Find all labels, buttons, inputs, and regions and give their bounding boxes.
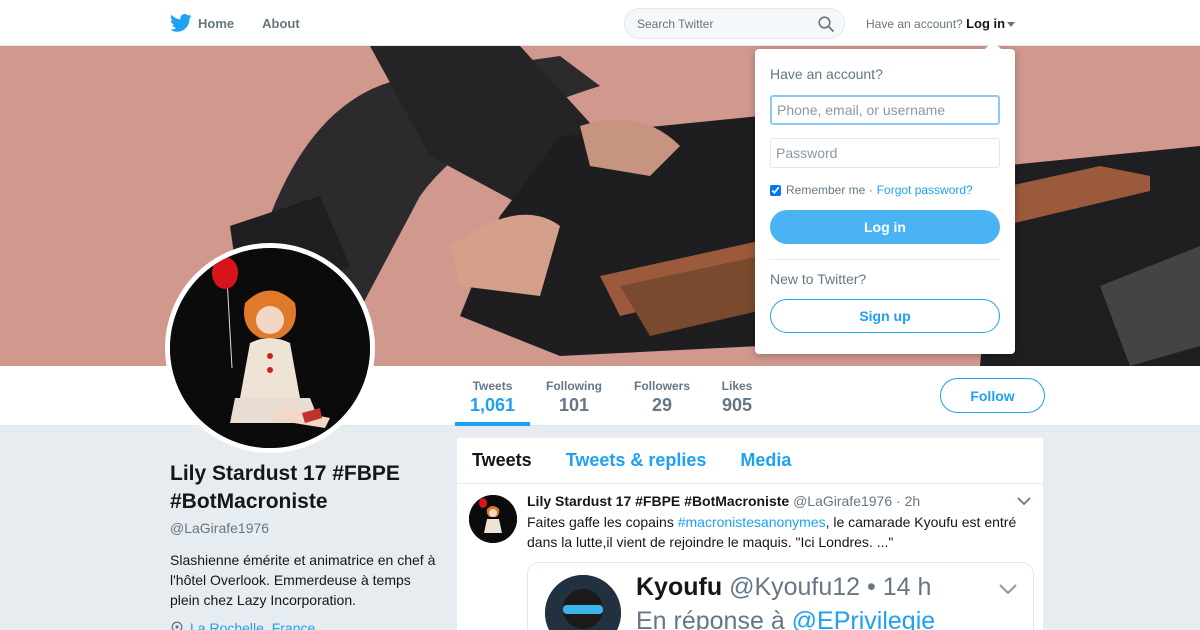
profile-card: Lily Stardust 17 #FBPE #BotMacroniste @L… [170, 460, 440, 630]
timeline-tabs: Tweets Tweets & replies Media [457, 438, 1043, 484]
quoted-chevron-down-icon [999, 584, 1017, 595]
have-account-text: Have an account? [866, 17, 963, 31]
tweet-hashtag-link[interactable]: #macronistesanonymes [678, 514, 826, 530]
location-pin-icon [171, 621, 183, 630]
tab-media[interactable]: Media [740, 450, 791, 471]
quoted-header: Kyoufu @Kyoufu12 • 14 h [636, 572, 931, 602]
stat-followers[interactable]: Followers 29 [630, 366, 694, 426]
top-navigation-bar: Home About Have an account? Log in [0, 0, 1200, 46]
avatar-illustration [170, 248, 370, 448]
tweet-text-before: Faites gaffe les copains [527, 514, 678, 530]
stat-following-value: 101 [558, 395, 590, 415]
profile-avatar[interactable] [165, 243, 375, 453]
tab-tweets-and-replies[interactable]: Tweets & replies [566, 450, 707, 471]
account-area: Have an account? Log in [866, 16, 1016, 31]
profile-bio: Slashienne émérite et animatrice en chef… [170, 552, 436, 608]
forgot-password-link[interactable]: Forgot password? [877, 183, 973, 197]
quoted-reply-line: En réponse à @EPrivilegie [636, 606, 935, 630]
password-field[interactable] [770, 138, 1000, 168]
nav-home[interactable]: Home [170, 14, 234, 32]
stat-tweets[interactable]: Tweets 1,061 [455, 366, 530, 426]
twitter-bird-icon [170, 14, 192, 32]
tweet-timestamp[interactable]: · 2h [896, 493, 920, 509]
dropdown-title: Have an account? [770, 66, 883, 82]
quoted-name: Kyoufu [636, 573, 723, 601]
profile-location: La Rochelle, France [170, 620, 440, 630]
remember-me-checkbox[interactable] [770, 184, 781, 196]
login-dropdown: Have an account? Remember me · Forgot pa… [755, 41, 1015, 354]
username-field[interactable] [770, 95, 1000, 125]
search-input[interactable] [637, 17, 807, 31]
nav-about-label: About [262, 15, 300, 31]
tweet-item[interactable]: Lily Stardust 17 #FBPE #BotMacroniste @L… [457, 484, 1043, 630]
profile-screen-name[interactable]: @LaGirafe1976 [170, 520, 440, 536]
stat-followers-label: Followers [633, 379, 690, 393]
login-dropdown-toggle[interactable]: Log in [966, 16, 1016, 31]
quoted-avatar-illustration [545, 575, 621, 630]
quoted-handle-time: @Kyoufu12 • 14 h [729, 573, 932, 601]
search-box[interactable] [624, 8, 845, 39]
nav-left: Home About [170, 0, 328, 46]
quoted-reply-mention: @EPrivilegie [791, 607, 936, 630]
stat-tweets-label: Tweets [472, 379, 513, 393]
stat-following[interactable]: Following 101 [541, 366, 607, 426]
tweet-screen-name[interactable]: @LaGirafe1976 [793, 493, 892, 509]
tab-tweets[interactable]: Tweets [472, 450, 532, 471]
stat-likes-label: Likes [721, 379, 753, 393]
tweet-avatar-illustration [469, 495, 517, 543]
signup-button[interactable]: Sign up [770, 299, 1000, 333]
quoted-reply-prefix: En réponse à [636, 607, 792, 630]
remember-me-label[interactable]: Remember me · [786, 183, 873, 197]
tweet-media-card[interactable]: Kyoufu @Kyoufu12 • 14 h En réponse à @EP… [527, 562, 1034, 630]
chevron-down-icon[interactable] [1017, 496, 1031, 506]
login-toggle-label: Log in [966, 16, 1006, 31]
dropdown-arrow [985, 41, 1001, 49]
login-button[interactable]: Log in [770, 210, 1000, 244]
remember-row: Remember me · Forgot password? [770, 183, 1000, 197]
tweet-fullname[interactable]: Lily Stardust 17 #FBPE #BotMacroniste [527, 493, 789, 509]
dropdown-divider [770, 259, 1000, 260]
profile-location-text: La Rochelle, France [190, 620, 316, 630]
stat-followers-value: 29 [651, 395, 673, 415]
nav-about[interactable]: About [262, 16, 300, 31]
tweet-text: Faites gaffe les copains #macronistesano… [527, 512, 1033, 552]
quoted-avatar [545, 575, 621, 630]
timeline: Tweets Tweets & replies Media Lily Stard… [456, 437, 1044, 630]
stat-tweets-value: 1,061 [469, 395, 516, 415]
tweet-header: Lily Stardust 17 #FBPE #BotMacroniste @L… [527, 493, 1033, 509]
nav-home-label: Home [198, 15, 235, 31]
stat-likes[interactable]: Likes 905 [717, 366, 757, 426]
search-icon[interactable] [818, 16, 834, 32]
stat-following-label: Following [546, 379, 602, 393]
caret-down-icon [1007, 22, 1016, 28]
stat-likes-value: 905 [721, 395, 753, 415]
tweet-avatar[interactable] [469, 495, 517, 543]
follow-button[interactable]: Follow [940, 378, 1045, 413]
profile-name[interactable]: Lily Stardust 17 #FBPE #BotMacroniste [170, 460, 440, 516]
new-to-twitter-text: New to Twitter? [770, 271, 867, 287]
